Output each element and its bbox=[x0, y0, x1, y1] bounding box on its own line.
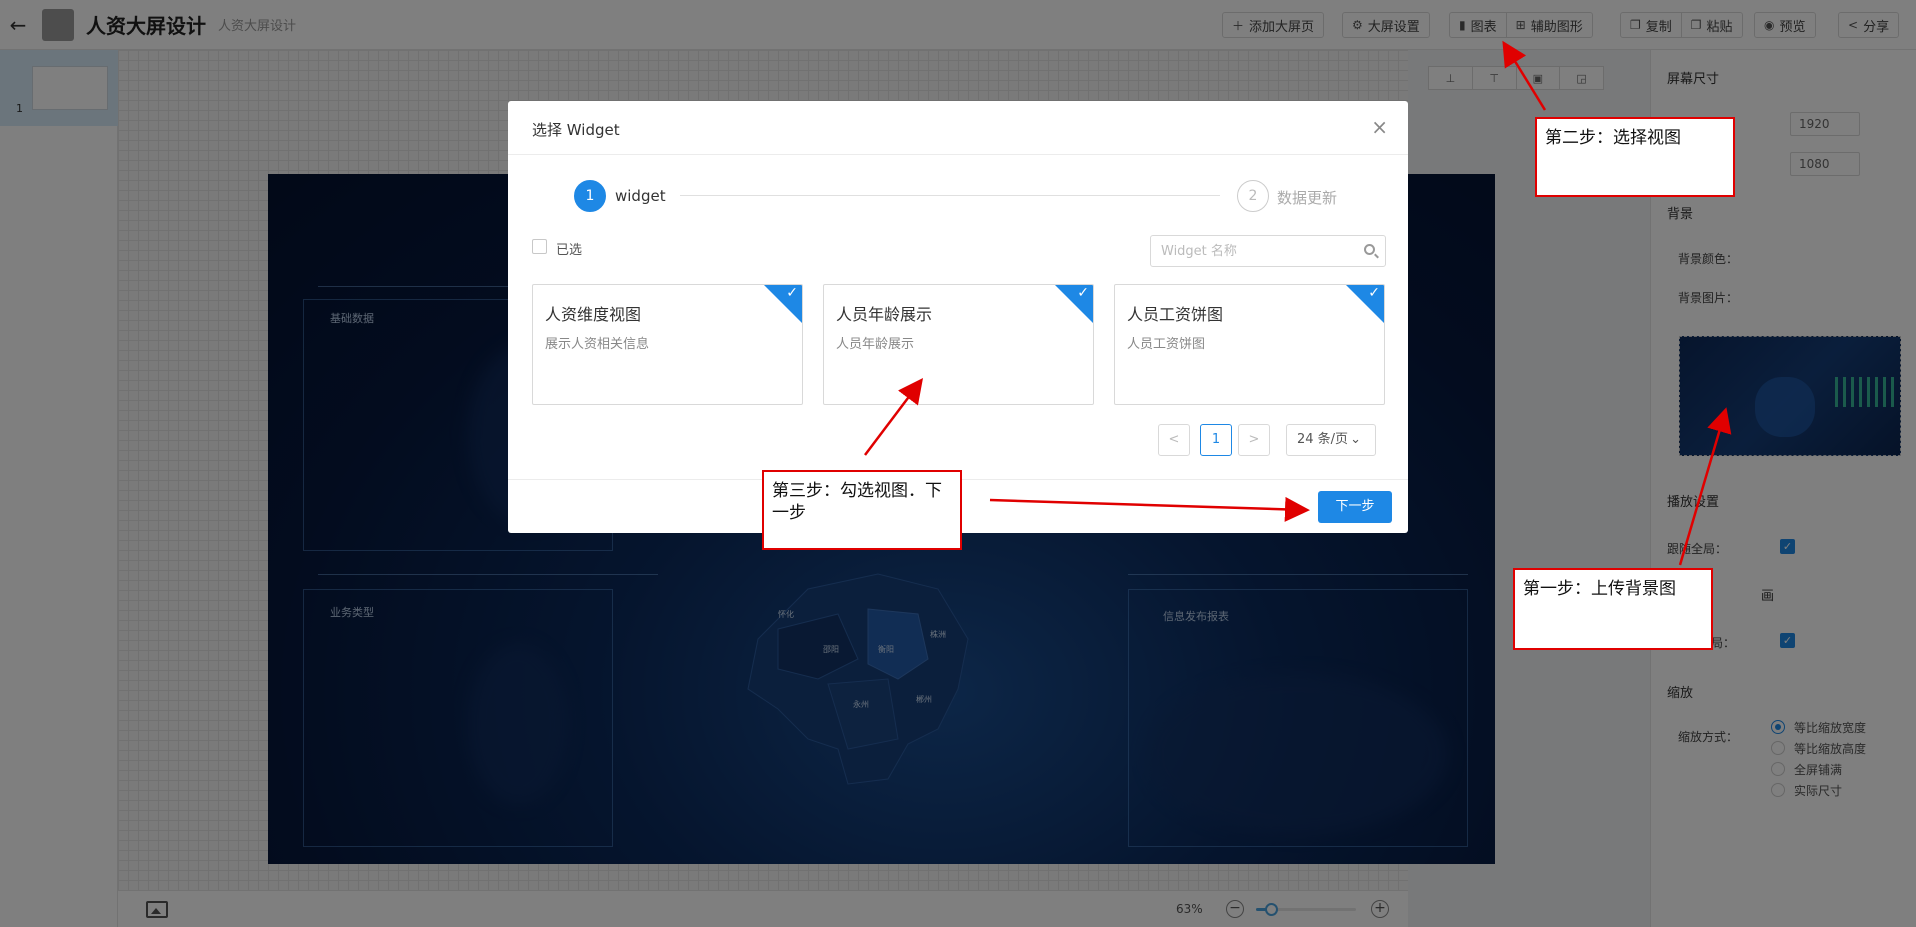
arrow-to-widget-card bbox=[864, 378, 924, 456]
arrow-to-chart-button bbox=[1502, 40, 1547, 111]
annotation-arrows bbox=[864, 40, 1732, 566]
arrow-to-next-button bbox=[989, 496, 1310, 522]
arrow-to-background-image bbox=[1678, 407, 1732, 566]
